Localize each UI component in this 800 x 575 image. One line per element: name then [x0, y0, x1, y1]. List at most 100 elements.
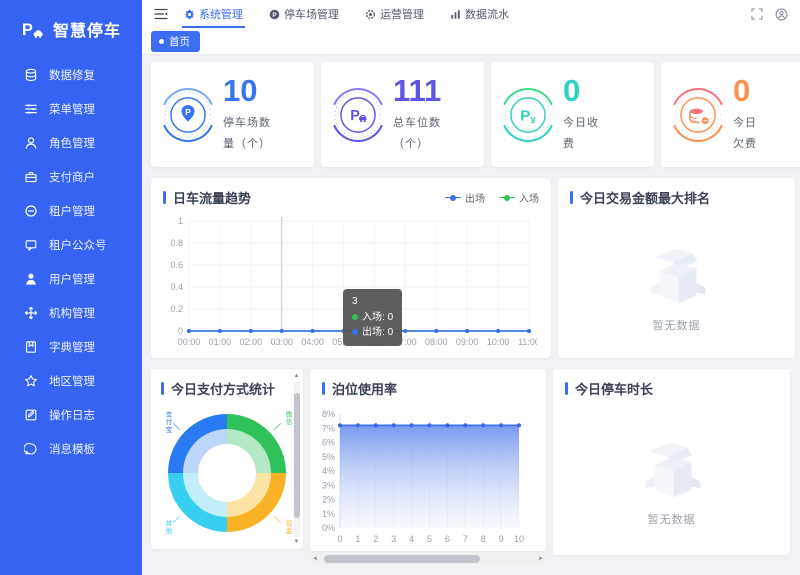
sidebar-item-7[interactable]: 机构管理	[0, 296, 142, 330]
donut-hole	[198, 444, 256, 502]
avatar-icon[interactable]	[775, 8, 788, 21]
sidebar-item-label: 用户管理	[49, 271, 95, 287]
sidebar-item-11[interactable]: 消息模板	[0, 432, 142, 466]
breadcrumb-home[interactable]: 首页	[151, 31, 200, 52]
sidebar-item-2[interactable]: 角色管理	[0, 126, 142, 160]
merchant-icon	[24, 170, 38, 184]
svg-text:07:00: 07:00	[394, 337, 417, 347]
panel-title: 今日支付方式统计	[171, 379, 275, 398]
chart-legend: 出场入场	[445, 190, 539, 205]
svg-text:09:00: 09:00	[456, 337, 479, 347]
scroll-right-icon[interactable]: ►	[538, 556, 544, 562]
stat-value: 0	[563, 75, 599, 106]
flow-trend-chart[interactable]: 00.20.40.60.8100:0001:0002:0003:0004:000…	[151, 211, 551, 362]
slice-label: 微信	[282, 411, 292, 426]
parking-duration-panel: 今日停车时长 暂无数据	[553, 369, 790, 555]
stat-label: 今日收 费	[563, 113, 599, 155]
tab-0[interactable]: 系统管理	[184, 0, 243, 28]
fullscreen-icon[interactable]	[751, 8, 763, 20]
legend-item-0[interactable]: 出场	[445, 190, 485, 205]
app-logo: P 智慧停车	[0, 0, 142, 58]
horizontal-scrollbar[interactable]: ◄ ►	[310, 554, 546, 564]
scroll-left-icon[interactable]: ◄	[312, 556, 318, 562]
sidebar-item-9[interactable]: 地区管理	[0, 364, 142, 398]
svg-text:10: 10	[514, 534, 524, 544]
flow-trend-panel: 日车流量趋势 出场入场 00.20.40.60.8100:0001:0002:0…	[151, 178, 551, 358]
stat-card-0: P10停车场数 量（个）	[151, 62, 314, 167]
svg-text:2: 2	[373, 534, 378, 544]
sidebar-item-label: 消息模板	[49, 441, 95, 457]
menu-icon	[24, 102, 38, 116]
sidebar-item-5[interactable]: 租户公众号	[0, 228, 142, 262]
sidebar-item-label: 租户管理	[49, 203, 95, 219]
legend-mark-icon	[445, 195, 461, 201]
parking-fee-icon: P¥	[499, 86, 557, 144]
label-connector	[173, 516, 180, 523]
svg-text:06:00: 06:00	[363, 337, 386, 347]
legend-item-1[interactable]: 入场	[499, 190, 539, 205]
data-flow-icon	[450, 9, 461, 20]
stat-value: 0	[733, 75, 757, 106]
collapse-sidebar-icon[interactable]	[154, 8, 168, 20]
sidebar: P 智慧停车 数据修复菜单管理角色管理支付商户租户管理租户公众号用户管理机构管理…	[0, 0, 142, 575]
sidebar-item-10[interactable]: 操作日志	[0, 398, 142, 432]
database-icon	[24, 68, 38, 82]
svg-text:1: 1	[355, 534, 360, 544]
occupancy-column: 泊位使用率 0%1%2%3%4%5%6%7%8%012345678910 ◄ ►	[310, 369, 546, 564]
sidebar-item-1[interactable]: 菜单管理	[0, 92, 142, 126]
region-icon	[24, 374, 38, 388]
gear-icon	[184, 9, 195, 20]
svg-text:8%: 8%	[322, 409, 335, 419]
stat-label: 总车位数 （个）	[393, 113, 441, 155]
svg-text:4: 4	[409, 534, 414, 544]
message-icon	[24, 442, 38, 456]
sidebar-item-3[interactable]: 支付商户	[0, 160, 142, 194]
svg-text:01:00: 01:00	[209, 337, 232, 347]
svg-text:08:00: 08:00	[425, 337, 448, 347]
scroll-down-icon[interactable]: ▼	[294, 539, 300, 545]
label-connector	[274, 516, 281, 523]
sidebar-item-0[interactable]: 数据修复	[0, 58, 142, 92]
svg-text:6: 6	[445, 534, 450, 544]
tab-label: 运营管理	[380, 6, 424, 22]
stat-cards-row: P10停车场数 量（个）P111总车位数 （个）P¥0今日收 费0今日 欠费	[151, 62, 800, 167]
sidebar-item-4[interactable]: 租户管理	[0, 194, 142, 228]
payment-donut-chart[interactable]: 微信现金其他支付宝	[168, 414, 286, 532]
sidebar-item-label: 支付商户	[49, 169, 95, 185]
stat-card-1: P111总车位数 （个）	[321, 62, 484, 167]
label-connector	[274, 423, 281, 430]
scroll-up-icon[interactable]: ▲	[294, 373, 300, 379]
empty-box-icon	[629, 238, 725, 315]
occupancy-area-chart[interactable]: 0%1%2%3%4%5%6%7%8%012345678910	[310, 402, 546, 557]
svg-text:1: 1	[178, 216, 183, 226]
tab-1[interactable]: P停车场管理	[269, 0, 339, 28]
slice-label: 其他	[162, 520, 172, 535]
tab-label: 系统管理	[199, 6, 243, 22]
tab-2[interactable]: 运营管理	[365, 0, 424, 28]
label-connector	[173, 423, 180, 430]
title-accent-bar	[161, 382, 164, 395]
sidebar-item-6[interactable]: 用户管理	[0, 262, 142, 296]
breadcrumb-home-label: 首页	[169, 34, 190, 49]
stat-label: 今日 欠费	[733, 113, 757, 155]
vertical-scrollbar[interactable]: ▲ ▼	[292, 373, 301, 545]
svg-text:10:00: 10:00	[487, 337, 510, 347]
parking-icon: P	[269, 9, 280, 20]
svg-text:2%: 2%	[322, 495, 335, 505]
tab-3[interactable]: 数据流水	[450, 0, 509, 28]
sidebar-item-label: 菜单管理	[49, 101, 95, 117]
svg-text:1%: 1%	[322, 509, 335, 519]
sidebar-item-label: 角色管理	[49, 135, 95, 151]
svg-text:3: 3	[391, 534, 396, 544]
scrollbar-thumb[interactable]	[324, 555, 480, 563]
sidebar-item-label: 数据修复	[49, 67, 95, 83]
payment-stats-panel: 今日支付方式统计 微信现金其他支付宝 ▲ ▼	[151, 369, 303, 549]
official-account-icon	[24, 238, 38, 252]
title-accent-bar	[163, 191, 166, 204]
smart-parking-dashboard: P 智慧停车 数据修复菜单管理角色管理支付商户租户管理租户公众号用户管理机构管理…	[0, 0, 800, 575]
sidebar-item-8[interactable]: 字典管理	[0, 330, 142, 364]
tab-label: 数据流水	[465, 6, 509, 22]
empty-state: 暂无数据	[558, 211, 795, 359]
scrollbar-thumb[interactable]	[294, 393, 300, 518]
role-icon	[24, 136, 38, 150]
